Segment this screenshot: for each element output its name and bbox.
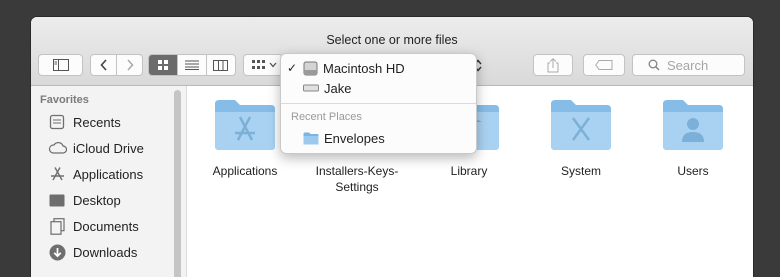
desktop-icon — [47, 191, 67, 209]
sidebar-section-title: Favorites — [40, 94, 89, 106]
sidebar-toggle-button[interactable] — [38, 54, 83, 76]
users-folder-icon — [663, 100, 723, 150]
sidebar-item-label: iCloud Drive — [73, 140, 144, 156]
file-label: Applications — [212, 164, 278, 178]
menu-separator — [281, 103, 476, 104]
forward-button[interactable] — [117, 55, 142, 75]
tag-button[interactable] — [583, 54, 625, 76]
recents-icon — [47, 113, 67, 131]
sidebar-scrollbar[interactable] — [174, 90, 181, 277]
recent-places-header: Recent Places — [291, 111, 362, 123]
share-button[interactable] — [533, 54, 573, 76]
sidebar-item-label: Applications — [73, 166, 144, 182]
tag-icon — [595, 60, 613, 70]
applications-folder-icon — [215, 100, 275, 150]
cloud-icon — [47, 139, 67, 157]
sidebar-item-recents[interactable]: Recents — [47, 110, 121, 134]
menu-item-envelopes[interactable]: Envelopes — [281, 128, 476, 148]
documents-icon — [47, 217, 67, 235]
menu-item-label: Macintosh HD — [323, 60, 405, 76]
list-icon — [185, 60, 199, 70]
hard-drive-icon — [303, 61, 318, 75]
group-button[interactable] — [243, 54, 283, 76]
location-popup-menu: ✓ Macintosh HD Jake Recent Places Envelo… — [280, 53, 477, 154]
file-label: Users — [677, 164, 709, 178]
file-item-users[interactable]: Users — [637, 96, 749, 179]
sidebar-item-label: Downloads — [73, 244, 138, 260]
file-item-system[interactable]: System — [525, 96, 637, 179]
sidebar-item-label: Desktop — [73, 192, 121, 208]
menu-item-label: Jake — [324, 80, 352, 96]
sidebar-item-label: Documents — [73, 218, 139, 234]
sidebar-item-applications[interactable]: Applications — [47, 162, 143, 186]
sidebar-item-documents[interactable]: Documents — [47, 214, 139, 238]
file-label: System — [560, 164, 601, 178]
chevron-right-icon — [127, 59, 134, 71]
checkmark-icon: ✓ — [286, 61, 298, 75]
file-label: Installers-Keys-Settings — [315, 164, 399, 194]
sidebar-item-downloads[interactable]: Downloads — [47, 240, 137, 264]
chevron-down-icon — [269, 62, 277, 68]
sidebar-icon — [52, 59, 69, 71]
menu-item-macintosh-hd[interactable]: ✓ Macintosh HD — [281, 58, 476, 78]
system-folder-icon — [551, 100, 611, 150]
menu-item-label: Envelopes — [324, 130, 385, 146]
list-view-button[interactable] — [178, 55, 207, 75]
columns-icon — [213, 59, 229, 71]
back-button[interactable] — [91, 55, 118, 75]
grid-icon — [158, 60, 169, 70]
search-field[interactable]: Search — [632, 54, 745, 76]
file-label: Library — [450, 164, 488, 178]
share-icon — [547, 57, 559, 72]
folder-icon — [303, 132, 319, 144]
menu-item-jake[interactable]: Jake — [281, 78, 476, 98]
column-view-button[interactable] — [207, 55, 235, 75]
search-placeholder: Search — [667, 57, 709, 73]
sidebar-item-label: Recents — [73, 114, 121, 130]
search-icon — [648, 59, 660, 71]
applications-icon — [47, 165, 67, 183]
window-title: Select one or more files — [326, 33, 458, 47]
external-drive-icon — [303, 84, 319, 92]
view-mode-control — [148, 54, 236, 76]
chevron-left-icon — [100, 59, 107, 71]
downloads-icon — [47, 243, 67, 261]
icon-view-button[interactable] — [149, 55, 179, 75]
back-forward-control — [90, 54, 143, 76]
group-icon — [252, 60, 265, 69]
sidebar: Favorites Recents iCloud Drive Applicati… — [31, 86, 187, 277]
sidebar-item-icloud-drive[interactable]: iCloud Drive — [47, 136, 144, 160]
sidebar-item-desktop[interactable]: Desktop — [47, 188, 121, 212]
